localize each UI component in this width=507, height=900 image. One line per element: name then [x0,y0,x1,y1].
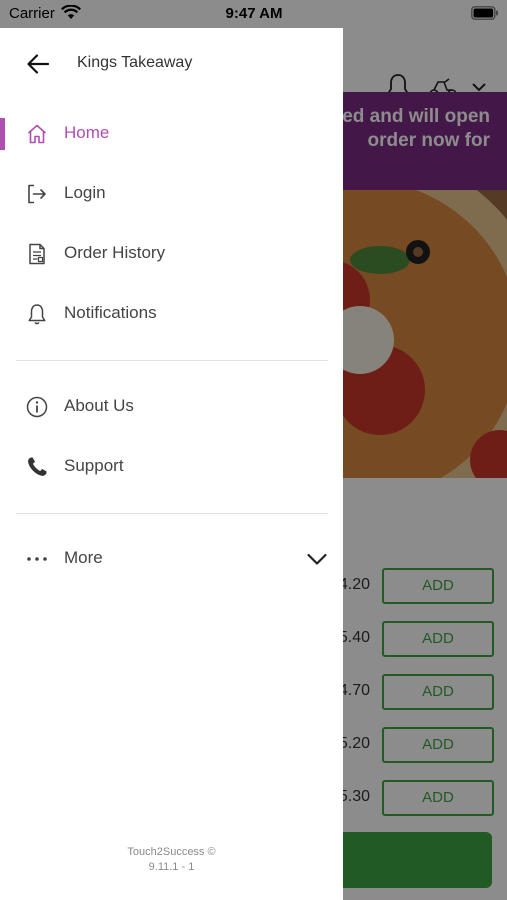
login-icon [28,184,46,204]
menu-item-home[interactable]: Home [0,106,343,162]
menu-item-more[interactable]: More [0,531,343,587]
wifi-icon [61,5,81,19]
menu-divider [16,360,328,361]
status-time: 9:47 AM [225,5,283,22]
phone-icon [28,457,47,476]
menu-item-notifications[interactable]: Notifications [0,286,343,342]
more-dots-icon [27,557,47,561]
active-indicator [0,118,5,150]
navigation-drawer: Kings Takeaway Home Login Order History [0,28,343,900]
status-bar: Carrier 9:47 AM [0,0,507,28]
info-icon [26,396,48,418]
battery-icon [471,6,498,20]
back-arrow-icon[interactable] [24,50,52,78]
drawer-title: Kings Takeaway [77,54,193,71]
menu-item-label: Home [64,123,110,142]
menu-item-label: About Us [64,396,134,415]
menu-divider [16,513,328,514]
footer-brand: Touch2Success © [127,846,216,858]
home-icon [27,124,47,144]
menu-item-label: Notifications [64,303,157,322]
receipt-icon [29,243,45,265]
menu-item-support[interactable]: Support [0,439,343,495]
menu-item-label: More [64,548,103,567]
menu-item-label: Login [64,183,106,202]
bell-icon [28,304,46,325]
app-version: 9.11.1 - 1 [148,861,195,873]
menu-item-order-history[interactable]: Order History [0,226,343,282]
carrier-label: Carrier [9,5,55,22]
menu-item-label: Order History [64,243,166,262]
chevron-down-icon[interactable] [306,549,328,569]
menu-item-about-us[interactable]: About Us [0,379,343,435]
drawer-header: Kings Takeaway [0,28,343,98]
menu-item-label: Support [64,456,124,475]
menu-item-login[interactable]: Login [0,166,343,222]
